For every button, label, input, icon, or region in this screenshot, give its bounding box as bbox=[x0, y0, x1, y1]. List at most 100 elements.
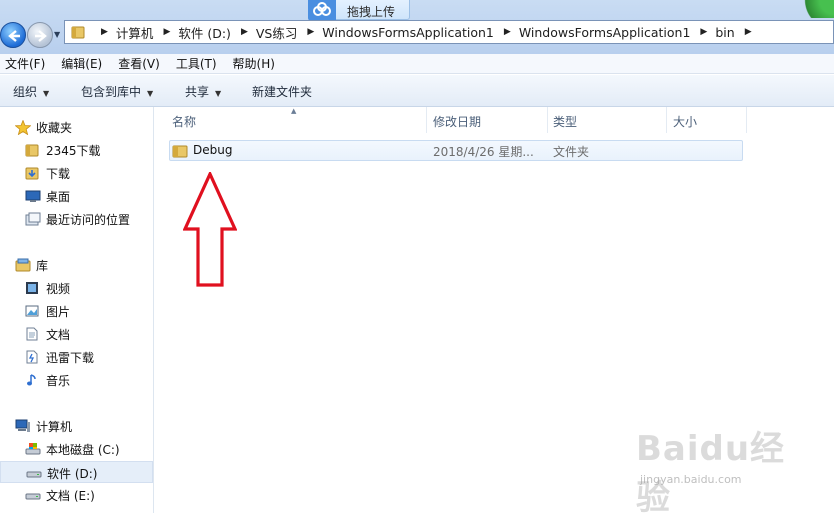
breadcrumb-chevron-icon[interactable]: ▶ bbox=[504, 27, 511, 37]
new-folder-label: 新建文件夹 bbox=[252, 85, 313, 99]
nav-favorites[interactable]: 收藏夹 bbox=[0, 116, 153, 138]
include-library-label: 包含到库中 bbox=[81, 85, 142, 99]
nav-item-videos[interactable]: 视频 bbox=[0, 277, 153, 299]
drag-upload-tab[interactable]: 拖拽上传 bbox=[308, 0, 410, 21]
nav-item-label: 最近访问的位置 bbox=[46, 213, 131, 227]
file-modified-date: 2018/4/26 星期... bbox=[433, 145, 534, 159]
column-header: ▲ 名称 修改日期 类型 大小 bbox=[155, 107, 834, 133]
nav-item-label: 音乐 bbox=[46, 374, 71, 388]
nav-item-downloads[interactable]: 下载 bbox=[0, 162, 153, 184]
breadcrumb-item[interactable]: VS练习 bbox=[256, 23, 298, 42]
nav-item-label: 迅雷下载 bbox=[46, 351, 95, 365]
column-modified-date[interactable]: 修改日期 bbox=[433, 113, 481, 130]
column-divider[interactable] bbox=[547, 107, 548, 133]
column-divider[interactable] bbox=[426, 107, 427, 133]
chevron-down-icon: ▼ bbox=[215, 89, 222, 98]
folder-icon bbox=[71, 25, 85, 42]
nav-item-label: 视频 bbox=[46, 282, 71, 296]
navigation-pane[interactable]: 收藏夹 2345下载 下载 桌面 最近访问的位置 库 视频 图片 文档 迅雷下载… bbox=[0, 107, 154, 513]
nav-item-2345-downloads[interactable]: 2345下载 bbox=[0, 139, 153, 161]
nav-item-label: 文档 (E:) bbox=[46, 489, 95, 503]
breadcrumb-item[interactable]: WindowsFormsApplication1 bbox=[519, 25, 691, 40]
menu-tools[interactable]: 工具(T) bbox=[176, 55, 217, 72]
nav-item-label: 文档 bbox=[46, 328, 71, 342]
breadcrumb-chevron-icon[interactable]: ▶ bbox=[241, 27, 248, 37]
download-folder-icon bbox=[25, 166, 41, 180]
nav-libraries-label: 库 bbox=[36, 259, 49, 273]
breadcrumb-chevron-icon[interactable]: ▶ bbox=[101, 27, 108, 37]
nav-item-label: 桌面 bbox=[46, 190, 71, 204]
address-row: ▼ 拖拽上传 ▶ 计算机 ▶ 软件 (D:) ▶ VS练习 ▶ WindowsF… bbox=[0, 0, 834, 54]
system-drive-icon bbox=[25, 442, 41, 456]
nav-item-thunder-downloads[interactable]: 迅雷下载 bbox=[0, 346, 153, 368]
baidu-watermark: Baidu经验 jingyan.baidu.com bbox=[636, 421, 806, 513]
drive-icon bbox=[25, 488, 41, 502]
breadcrumb-item[interactable]: 软件 (D:) bbox=[178, 23, 231, 42]
breadcrumb-item[interactable]: 计算机 bbox=[116, 23, 154, 42]
file-type: 文件夹 bbox=[553, 145, 590, 159]
command-toolbar: 组织 ▼ 包含到库中 ▼ 共享 ▼ 新建文件夹 bbox=[0, 75, 834, 107]
nav-item-pictures[interactable]: 图片 bbox=[0, 300, 153, 322]
menu-view[interactable]: 查看(V) bbox=[118, 55, 160, 72]
nav-item-label: 下载 bbox=[46, 167, 71, 181]
breadcrumb-chevron-icon[interactable]: ▶ bbox=[163, 27, 170, 37]
forward-button[interactable] bbox=[27, 22, 53, 48]
recent-places-icon bbox=[25, 212, 41, 226]
folder-icon bbox=[25, 143, 41, 157]
column-name[interactable]: 名称 bbox=[172, 113, 196, 130]
library-icon bbox=[15, 258, 31, 272]
nav-favorites-label: 收藏夹 bbox=[36, 121, 73, 135]
include-in-library-button[interactable]: 包含到库中 ▼ bbox=[81, 83, 153, 100]
nav-item-documents[interactable]: 文档 bbox=[0, 323, 153, 345]
nav-item-music[interactable]: 音乐 bbox=[0, 369, 153, 391]
folder-icon bbox=[172, 144, 188, 161]
desktop-icon bbox=[25, 189, 41, 203]
recent-pages-dropdown[interactable]: ▼ bbox=[54, 30, 62, 39]
organize-button[interactable]: 组织 ▼ bbox=[13, 83, 49, 100]
share-label: 共享 bbox=[185, 85, 210, 99]
menu-bar: 文件(F) 编辑(E) 查看(V) 工具(T) 帮助(H) bbox=[0, 54, 834, 74]
picture-icon bbox=[25, 304, 41, 318]
document-icon bbox=[25, 327, 41, 341]
column-divider[interactable] bbox=[746, 107, 747, 133]
chevron-down-icon: ▼ bbox=[43, 89, 50, 98]
column-size[interactable]: 大小 bbox=[673, 113, 697, 130]
explorer-window: ▼ 拖拽上传 ▶ 计算机 ▶ 软件 (D:) ▶ VS练习 ▶ WindowsF… bbox=[0, 0, 834, 513]
back-button[interactable] bbox=[0, 22, 26, 48]
share-button[interactable]: 共享 ▼ bbox=[185, 83, 221, 100]
watermark-logo-text: Baidu经验 bbox=[636, 429, 786, 513]
organize-label: 组织 bbox=[13, 85, 38, 99]
menu-file[interactable]: 文件(F) bbox=[5, 55, 45, 72]
nav-item-documents-e[interactable]: 文档 (E:) bbox=[0, 484, 153, 506]
arrow-right-icon bbox=[35, 30, 47, 42]
video-icon bbox=[25, 281, 41, 295]
sort-ascending-icon: ▲ bbox=[291, 107, 297, 115]
column-divider[interactable] bbox=[666, 107, 667, 133]
menu-help[interactable]: 帮助(H) bbox=[233, 55, 275, 72]
nav-item-recent-places[interactable]: 最近访问的位置 bbox=[0, 208, 153, 230]
menu-edit[interactable]: 编辑(E) bbox=[61, 55, 102, 72]
address-bar[interactable]: ▶ 计算机 ▶ 软件 (D:) ▶ VS练习 ▶ WindowsFormsApp… bbox=[64, 20, 834, 44]
table-row[interactable]: Debug 2018/4/26 星期... 文件夹 bbox=[169, 140, 743, 161]
music-note-icon bbox=[25, 373, 41, 387]
nav-item-label: 软件 (D:) bbox=[47, 467, 98, 481]
breadcrumb-item[interactable]: WindowsFormsApplication1 bbox=[322, 25, 494, 40]
nav-item-local-disk-c[interactable]: 本地磁盘 (C:) bbox=[0, 438, 153, 460]
breadcrumb-chevron-icon[interactable]: ▶ bbox=[307, 27, 314, 37]
nav-item-desktop[interactable]: 桌面 bbox=[0, 185, 153, 207]
computer-icon bbox=[15, 419, 31, 433]
breadcrumb-item[interactable]: bin bbox=[715, 25, 734, 40]
breadcrumb-chevron-icon[interactable]: ▶ bbox=[700, 27, 707, 37]
nav-libraries[interactable]: 库 bbox=[0, 254, 153, 276]
new-folder-button[interactable]: 新建文件夹 bbox=[252, 83, 312, 100]
window-corner-decoration bbox=[790, 0, 834, 18]
nav-item-label: 2345下载 bbox=[46, 144, 101, 158]
breadcrumb-chevron-icon[interactable]: ▶ bbox=[745, 27, 752, 37]
column-type[interactable]: 类型 bbox=[553, 113, 577, 130]
star-icon bbox=[14, 119, 32, 136]
nav-computer[interactable]: 计算机 bbox=[0, 415, 153, 437]
file-name: Debug bbox=[193, 143, 233, 157]
nav-item-software-d[interactable]: 软件 (D:) bbox=[0, 461, 153, 483]
nav-item-label: 图片 bbox=[46, 305, 71, 319]
drive-icon bbox=[26, 466, 42, 480]
